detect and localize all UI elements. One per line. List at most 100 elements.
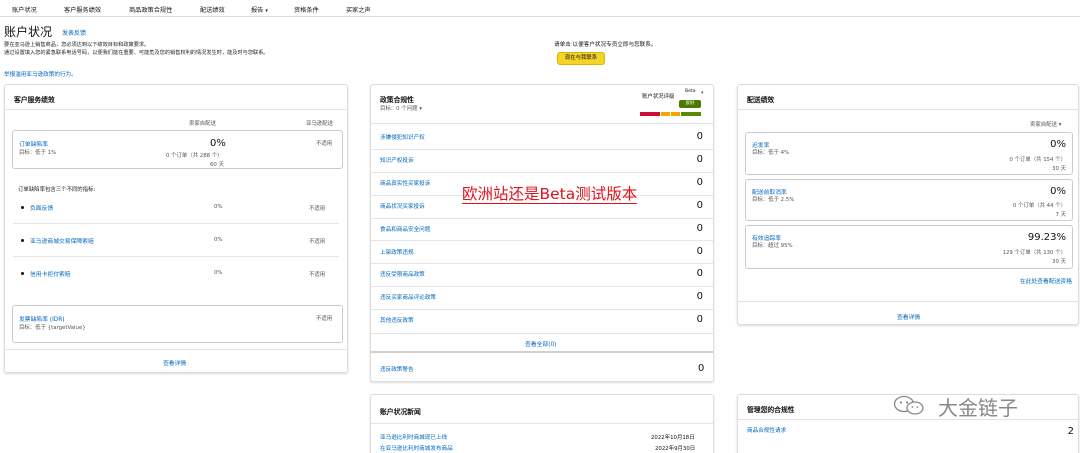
nav-policy-compliance[interactable]: 商品政策合规性 (129, 5, 172, 14)
policy-compliance-card: 政策合规性 目标：0 个问题 ▾ 账户状况评级 Beta ▾ 良好 涉嫌侵犯知识… (370, 84, 714, 382)
policy-row-count: 0 (696, 245, 703, 257)
late-shipment-days: 30 天 (1052, 166, 1066, 172)
metric-a-to-z-value: 0% (214, 237, 223, 243)
metric-chargeback-amazon: 不适用 (309, 272, 326, 278)
policy-row: 食品和商品安全问题 0 (371, 219, 713, 242)
nav-eligibility[interactable]: 资格条件 (294, 5, 319, 14)
policy-target-label: 目标：0 个问题 (380, 106, 418, 112)
divider (13, 256, 339, 257)
metrics-intro: 订单缺陷率包含三个不同的指标: (18, 187, 96, 193)
policy-row-count: 0 (696, 268, 703, 280)
idr-target: 目标：低于 {targetValue} (19, 325, 86, 331)
compliance-title: 管理您的合规性 (747, 406, 795, 414)
idr-box: 发票缺陷率 (IDR) 目标：低于 {targetValue} 不适用 (12, 305, 343, 343)
policy-row-link[interactable]: 违反受限商品政策 (380, 270, 425, 278)
compliance-request-link[interactable]: 商品合规性请求 (747, 426, 786, 434)
delivery-card: 配送绩效 卖家自配送 ▾ 迟发率 目标：低于 4% 0% 0 个订单（共 154… (737, 84, 1079, 325)
divider (13, 223, 339, 224)
tracking-rate-orders: 129 个订单（共 130 个） (1002, 250, 1066, 256)
divider (738, 419, 1078, 420)
nav-account-health[interactable]: 账户状况 (12, 5, 37, 14)
metric-negative-feedback-link[interactable]: 负面反馈 (30, 203, 53, 212)
cancel-rate-days: 7 天 (1055, 212, 1066, 218)
metric-chargeback-link[interactable]: 信用卡拒付索赔 (30, 269, 71, 278)
report-abuse-link[interactable]: 举报滥用亚马逊政策的行为。 (4, 70, 77, 78)
bullet-icon (21, 239, 24, 242)
policy-row: 违反买家商品评论政策 0 (371, 287, 713, 311)
health-seg-1 (640, 112, 660, 116)
metric-negative-feedback-value: 0% (214, 204, 223, 210)
idr-link[interactable]: 发票缺陷率 (IDR) (19, 314, 65, 323)
delivery-seller-label: 卖家自配送 (1030, 122, 1057, 128)
policy-row-link[interactable]: 知识产权投诉 (380, 156, 414, 164)
policy-row-count: 0 (696, 314, 703, 326)
customer-service-card: 客户服务绩效 卖家自配送 亚马逊配送 订单缺陷率 目标：低于 1% 0% 0 个… (4, 84, 348, 373)
col-amazon-header: 亚马逊配送 (306, 121, 333, 127)
idr-amazon-value: 不适用 (316, 316, 333, 322)
health-seg-4 (681, 112, 701, 116)
delivery-title: 配送绩效 (747, 96, 775, 104)
policy-row: 上架政策违规 0 (371, 242, 713, 265)
odr-amazon-value: 不适用 (316, 141, 333, 147)
odr-orders: 0 个订单（共 288 个） (166, 153, 223, 159)
divider (738, 109, 1078, 110)
late-shipment-box: 迟发率 目标：低于 4% 0% 0 个订单（共 154 个） 30 天 (745, 132, 1073, 175)
policy-row-count: 0 (696, 222, 703, 234)
cancel-rate-orders: 0 个订单（共 44 个） (1012, 203, 1066, 209)
beta-tag: Beta (685, 89, 696, 94)
intro-line-1: 要在亚马逊上销售商品，您必须达到以下绩效目标和政策要求。 (4, 42, 150, 48)
tracking-rate-target: 目标：超过 95% (752, 243, 793, 249)
policy-row: 知识产权投诉 0 (371, 150, 713, 173)
nav-reports[interactable]: 报告 ▾ (251, 5, 268, 14)
metric-a-to-z-amazon: 不适用 (309, 239, 326, 245)
policy-row-count: 0 (696, 153, 703, 165)
news-item-1-link[interactable]: 亚马逊比利时商城现已上线 (380, 433, 447, 441)
metric-negative-feedback-amazon: 不适用 (309, 206, 326, 212)
policy-row-link[interactable]: 食品和商品安全问题 (380, 225, 430, 233)
divider (371, 423, 713, 424)
delivery-seller-header[interactable]: 卖家自配送 ▾ (1030, 120, 1061, 128)
delivery-details-link[interactable]: 查看详情 (897, 312, 920, 321)
nav-voice-of-customer[interactable]: 买家之声 (346, 5, 371, 14)
news-item-2-link[interactable]: 在亚马逊比利时商城发布商品 (380, 444, 453, 452)
compliance-request-count: 2 (1067, 426, 1074, 437)
news-item-1-date: 2022年10月18日 (651, 435, 695, 441)
policy-row: 违反受限商品政策 0 (371, 264, 713, 288)
delivery-eligibility-link[interactable]: 在此处查看配送资格 (1020, 276, 1072, 285)
policy-warning-count: 0 (698, 363, 705, 374)
intro-line-2: 通过设置填入您的紧急联系电话号码，以便我们能在重要、可能危及您的销售权利的情况发… (4, 50, 269, 56)
metric-a-to-z-link[interactable]: 亚马逊商城交易保障索赔 (30, 236, 94, 245)
cancel-rate-target: 目标：低于 2.5% (752, 197, 795, 203)
tracking-rate-box: 有效追踪率 目标：超过 95% 99.23% 129 个订单（共 130 个） … (745, 225, 1073, 269)
policy-row-link[interactable]: 违反买家商品评论政策 (380, 293, 436, 301)
policy-row-count: 0 (696, 131, 703, 142)
bullet-icon (21, 272, 24, 275)
divider (738, 301, 1078, 302)
top-nav: 账户状况 客户服务绩效 商品政策合规性 配送绩效 报告 ▾ 资格条件 买家之声 (0, 0, 1080, 17)
policy-row-link[interactable]: 其他违反政策 (380, 316, 414, 324)
customer-service-title: 客户服务绩效 (14, 96, 55, 104)
hotline-text: 请单击 以便客户状况专员立即与您联系。 (554, 42, 657, 48)
policy-row-link[interactable]: 涉嫌侵犯知识产权 (380, 133, 425, 141)
policy-warning-link[interactable]: 违反政策警告 (380, 365, 414, 373)
policy-row-count: 0 (696, 199, 703, 211)
contact-me-button[interactable]: 现在与我联系 (557, 52, 605, 65)
nav-customer-service[interactable]: 客户服务绩效 (64, 5, 101, 14)
chevron-down-icon: ▾ (265, 8, 268, 14)
chevron-down-icon: ▾ (1058, 122, 1062, 128)
nav-reports-label: 报告 (251, 7, 264, 14)
customer-service-details-link[interactable]: 查看详情 (163, 358, 186, 367)
policy-row-link[interactable]: 商品状况买家投诉 (380, 202, 425, 210)
view-all-link[interactable]: 查看全部(0) (525, 339, 556, 348)
policy-target[interactable]: 目标：0 个问题 ▾ (380, 104, 422, 112)
odr-link[interactable]: 订单缺陷率 (19, 139, 48, 148)
odr-box: 订单缺陷率 目标：低于 1% 0% 0 个订单（共 288 个） 60 天 不适… (12, 130, 343, 169)
policy-row-link[interactable]: 上架政策违规 (380, 248, 414, 256)
chevron-down-icon[interactable]: ▾ (701, 90, 704, 96)
divider (371, 123, 713, 124)
policy-row-link[interactable]: 商品真实性买家投诉 (380, 179, 430, 187)
nav-delivery[interactable]: 配送绩效 (200, 5, 225, 14)
odr-days: 60 天 (210, 162, 224, 168)
tracking-rate-days: 30 天 (1052, 259, 1066, 265)
feedback-link[interactable]: 发表反馈 (62, 28, 86, 37)
